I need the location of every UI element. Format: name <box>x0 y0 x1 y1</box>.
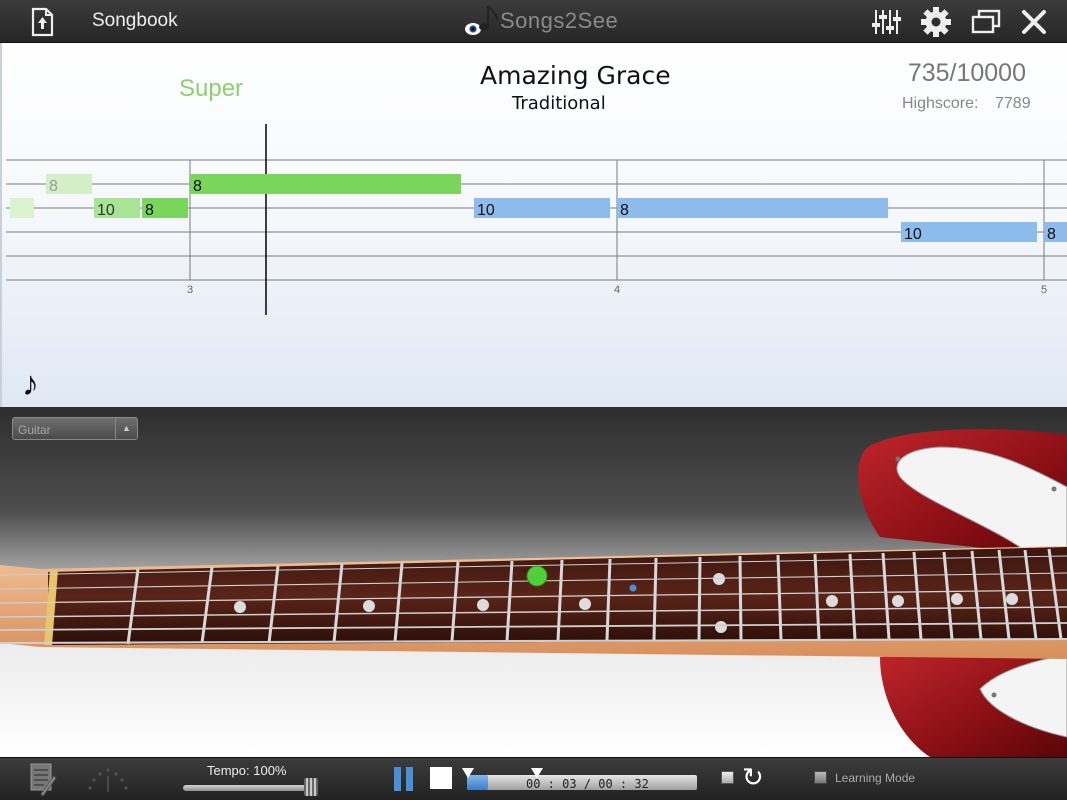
song-artist: Traditional <box>512 93 606 114</box>
highscore-value: 7789 <box>995 95 1031 113</box>
instrument-select-value: Guitar <box>18 423 51 437</box>
notes-edit-icon[interactable] <box>28 762 58 800</box>
add-file-icon[interactable] <box>24 4 60 40</box>
note-bar <box>190 174 461 194</box>
active-note-dot <box>527 566 547 586</box>
learning-mode-checkbox[interactable] <box>814 771 827 784</box>
restore-window-icon[interactable] <box>968 4 1004 40</box>
top-toolbar: Songbook Songs2See <box>0 0 1067 43</box>
note-bar <box>617 198 888 218</box>
pause-button[interactable] <box>393 767 415 791</box>
note-fret: 10 <box>904 226 922 243</box>
gear-icon[interactable] <box>918 4 954 40</box>
tempo-slider[interactable] <box>183 785 313 791</box>
music-note-icon[interactable]: ♪ <box>22 365 39 404</box>
tempo-slider-handle[interactable] <box>304 778 318 796</box>
learning-mode-label: Learning Mode <box>835 771 915 785</box>
measure-number: 3 <box>187 284 193 296</box>
current-score: 735/10000 <box>908 59 1026 88</box>
note-fret: 8 <box>145 202 154 219</box>
guitar-fretboard <box>0 407 1067 757</box>
instrument-select[interactable]: Guitar ▲ <box>12 417 138 440</box>
note-fret: 8 <box>620 202 629 219</box>
note-fret: 8 <box>193 178 202 195</box>
note-fret: 8 <box>49 178 58 195</box>
time-readout: 00 : 03 / 00 : 32 <box>526 777 649 791</box>
measure-number: 4 <box>614 284 620 296</box>
close-icon[interactable] <box>1016 4 1052 40</box>
measure-number: 5 <box>1041 284 1047 296</box>
logo-text: Songs2See <box>500 8 618 34</box>
transport-bar: Tempo: 100% 00 : 03 / 00 : 32 ↻ Learning… <box>0 757 1067 800</box>
pause-icon <box>394 767 401 791</box>
note-fret: 8 <box>1047 226 1056 243</box>
stop-button[interactable] <box>430 767 452 789</box>
note-bar <box>10 198 34 218</box>
note-fret: 10 <box>97 202 115 219</box>
performance-feedback: Super <box>179 75 243 103</box>
note-fret: 10 <box>477 202 495 219</box>
instrument-view: Guitar ▲ <box>0 407 1067 757</box>
loop-start-marker[interactable] <box>462 768 474 778</box>
score-view: 8 10 8 8 10 8 10 8 3 4 5 Super Amazing G… <box>0 43 1067 407</box>
songbook-label[interactable]: Songbook <box>92 10 178 32</box>
metronome-icon[interactable] <box>86 764 130 799</box>
upcoming-note-dot <box>630 585 637 592</box>
mixer-sliders-icon[interactable] <box>869 4 905 40</box>
app-logo: Songs2See <box>462 2 612 40</box>
chevron-up-icon: ▲ <box>115 418 137 439</box>
tempo-label: Tempo: 100% <box>207 763 287 778</box>
loop-checkbox[interactable] <box>721 771 734 784</box>
song-title: Amazing Grace <box>480 61 671 90</box>
highscore-label: Highscore: <box>902 95 978 113</box>
loop-refresh-icon[interactable]: ↻ <box>742 762 764 793</box>
